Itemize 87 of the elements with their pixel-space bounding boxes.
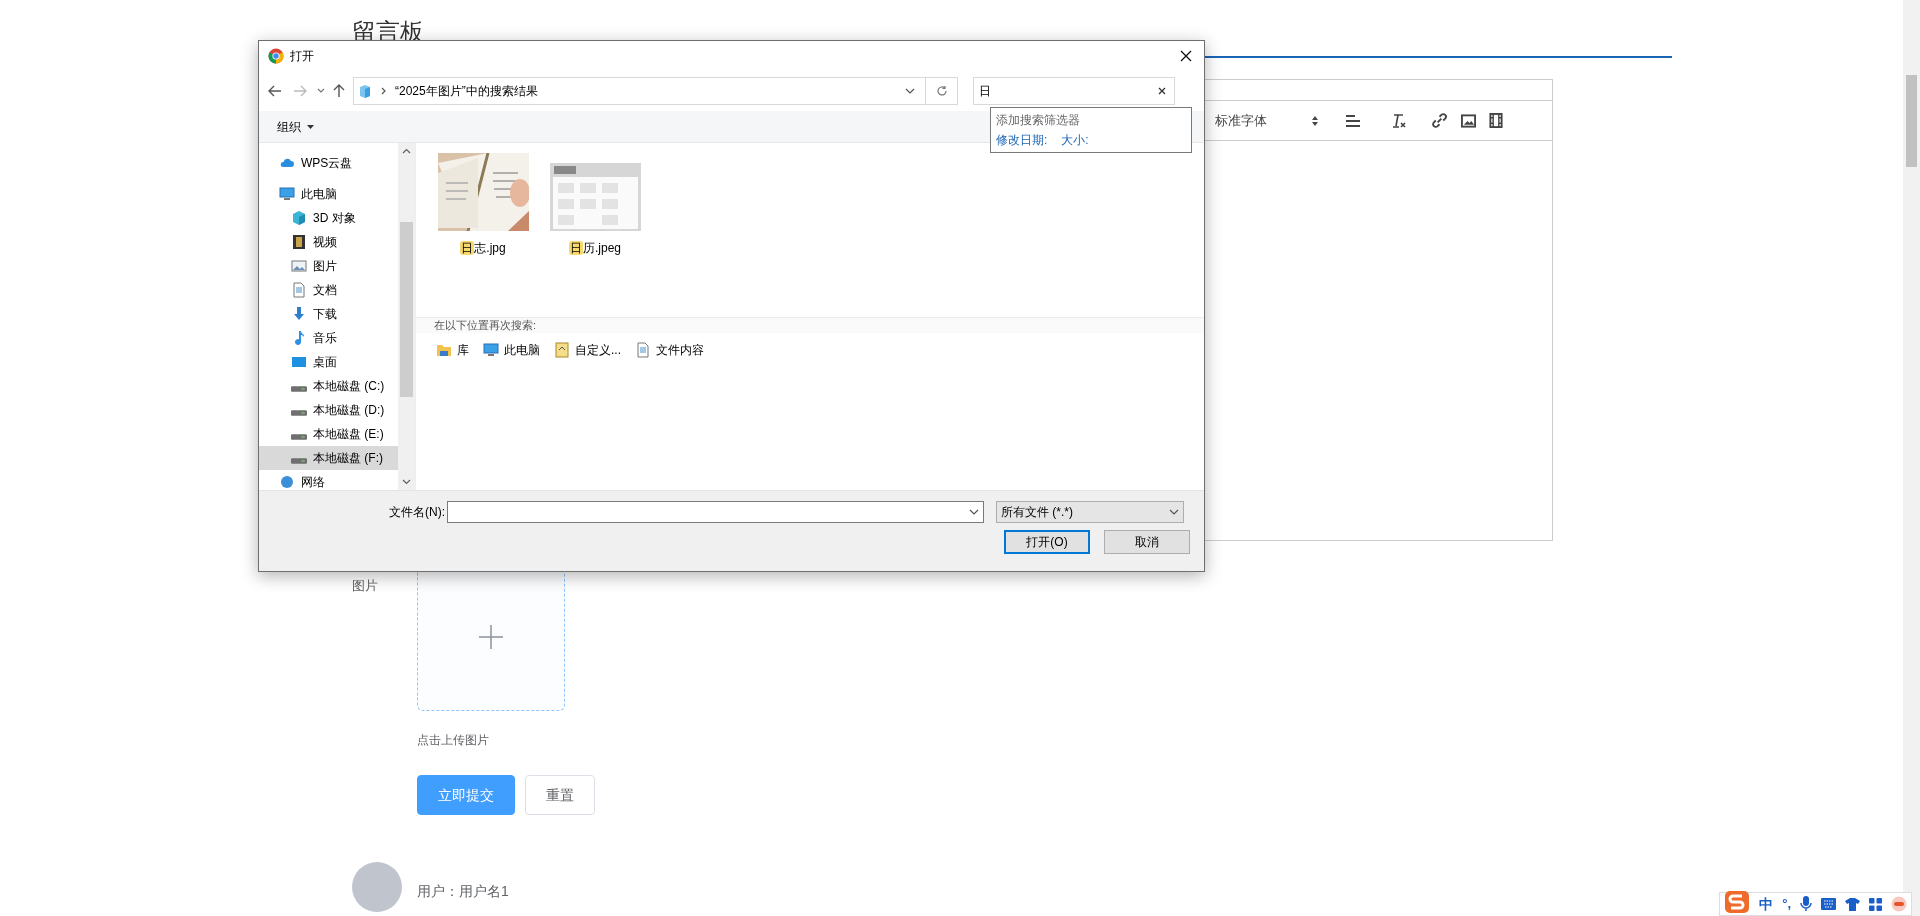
document-icon (635, 342, 651, 358)
open-button[interactable]: 打开(O) (1004, 530, 1090, 554)
font-select[interactable]: 标准字体 (1215, 110, 1325, 131)
filename-label: 文件名(N): (389, 504, 445, 521)
shirt-icon[interactable] (1845, 897, 1860, 911)
nav-item[interactable]: 本地磁盘 (E:) (259, 422, 398, 446)
nav-item[interactable]: 下载 (259, 302, 398, 326)
nav-item[interactable]: 本地磁盘 (D:) (259, 398, 398, 422)
chevron-down-icon (1169, 509, 1179, 515)
film-icon (291, 234, 307, 250)
back-arrow-icon[interactable] (268, 85, 282, 97)
search-location-link[interactable]: 自定义... (554, 341, 621, 359)
nav-item[interactable]: 图片 (259, 254, 398, 278)
refresh-icon (935, 85, 948, 97)
computer-icon (483, 342, 499, 358)
reset-button[interactable]: 重置 (525, 775, 595, 815)
chevron-right-icon (381, 87, 387, 95)
image-icon (291, 258, 307, 274)
file-item[interactable]: 日 历.jpeg (549, 153, 641, 257)
clear-icon[interactable] (1158, 87, 1166, 95)
filter-title: 添加搜索筛选器 (996, 112, 1081, 129)
network-icon (279, 474, 295, 490)
image-icon[interactable] (1461, 113, 1476, 128)
drive-icon (291, 457, 307, 464)
upload-hint: 点击上传图片 (417, 732, 490, 749)
up-arrow-icon[interactable] (333, 84, 345, 98)
avatar (352, 862, 402, 912)
organize-menu[interactable]: 组织 (277, 117, 314, 136)
chevron-down-icon[interactable] (905, 88, 915, 94)
chevron-down-icon (969, 509, 979, 515)
comment-user: 用户：用户名1 (417, 881, 509, 901)
file-name: 日 志.jpg (460, 240, 506, 257)
search-field[interactable]: 日 (973, 77, 1175, 105)
cube-icon (291, 210, 307, 226)
search-location-link[interactable]: 此电脑 (483, 341, 540, 359)
address-path: “2025年图片”中的搜索结果 (395, 83, 538, 100)
scrollbar-thumb[interactable] (1906, 75, 1917, 167)
caret-icon (307, 124, 314, 129)
forward-arrow-icon (293, 85, 307, 97)
refresh-button[interactable] (926, 77, 958, 105)
folder-note-icon (554, 342, 570, 358)
microphone-icon[interactable] (1800, 896, 1812, 912)
filter-link[interactable]: 大小: (1061, 131, 1089, 149)
link-icon[interactable] (1432, 113, 1447, 128)
punctuation-mode[interactable]: °, (1782, 894, 1791, 914)
filename-field[interactable] (447, 501, 984, 523)
drive-icon (291, 433, 307, 440)
nav-item[interactable]: 3D 对象 (259, 206, 398, 230)
browser-logo-icon (268, 48, 284, 64)
up-down-icon (1311, 114, 1319, 127)
desktop-icon (291, 354, 307, 370)
nav-item[interactable]: 本地磁盘 (C:) (259, 374, 398, 398)
address-bar[interactable]: “2025年图片”中的搜索结果 (353, 77, 926, 105)
input-mode[interactable]: 中 (1759, 893, 1774, 915)
chevron-down-icon[interactable] (317, 88, 325, 94)
file-type-select[interactable]: 所有文件 (*.*) (996, 501, 1184, 523)
keyboard-icon[interactable] (1821, 898, 1836, 910)
nav-item[interactable]: 网络 (259, 470, 398, 490)
search-location-link[interactable]: 库 (436, 341, 469, 359)
nav-item[interactable]: 音乐 (259, 326, 398, 350)
close-icon[interactable] (1180, 50, 1192, 62)
filter-link[interactable]: 修改日期: (996, 131, 1048, 149)
document-icon (291, 282, 307, 298)
align-icon[interactable] (1345, 113, 1361, 128)
download-arrow-icon (291, 306, 307, 322)
nav-item[interactable]: 桌面 (259, 350, 398, 374)
nav-item[interactable]: 文档 (259, 278, 398, 302)
image-label: 图片 (352, 577, 379, 595)
computer-icon (279, 186, 295, 202)
nav-item[interactable]: WPS云盘 (259, 151, 398, 175)
grid-icon[interactable] (1869, 897, 1882, 911)
drive-icon (291, 385, 307, 392)
film-icon[interactable] (1489, 113, 1503, 128)
cancel-button[interactable]: 取消 (1104, 530, 1190, 554)
plus-icon (478, 624, 504, 650)
scrollbar-thumb[interactable] (400, 222, 413, 397)
folder-icon (436, 342, 452, 358)
nav-item[interactable]: 本地磁盘 (F:) (259, 446, 398, 470)
file-item[interactable]: 日 志.jpg (437, 153, 529, 257)
nav-item[interactable]: 此电脑 (259, 182, 398, 206)
drive-icon (291, 409, 307, 416)
file-name: 日 历.jpeg (569, 240, 621, 257)
nav-item[interactable]: 视频 (259, 230, 398, 254)
dialog-title: 打开 (290, 48, 314, 65)
clear-format-icon[interactable] (1391, 112, 1407, 129)
search-again-title: 在以下位置再次搜索: (434, 318, 537, 334)
search-location-link[interactable]: 文件内容 (635, 341, 704, 359)
